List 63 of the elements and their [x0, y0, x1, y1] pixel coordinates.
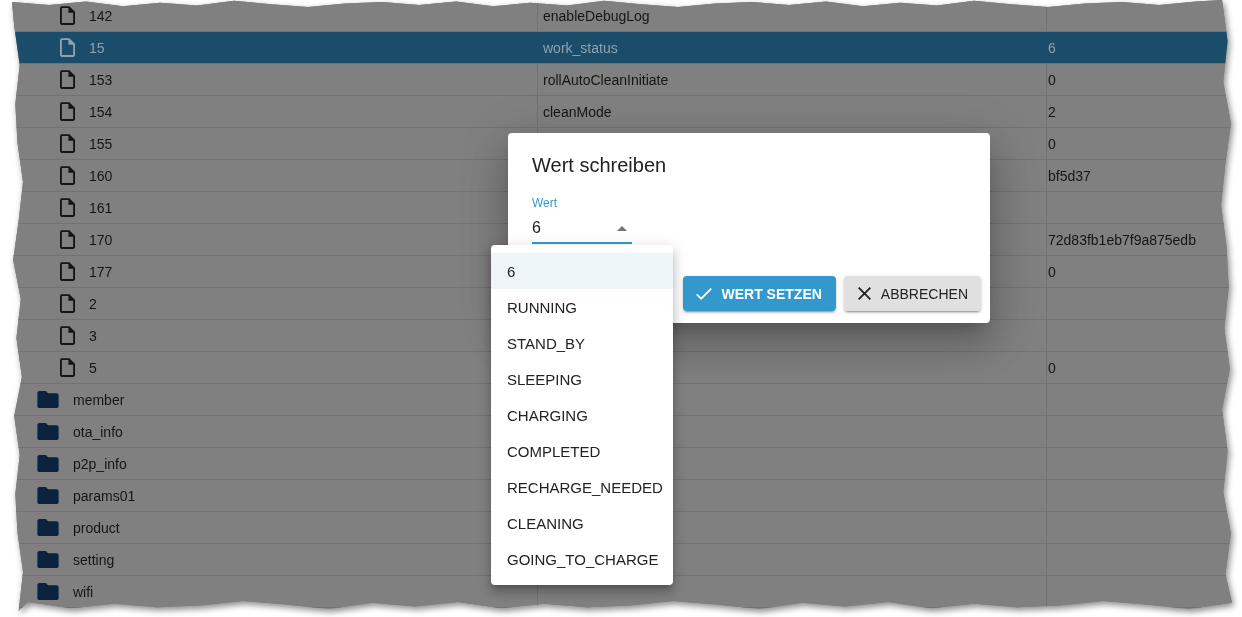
- tree-label: 153: [89, 70, 113, 89]
- table-cell: 0: [1048, 358, 1056, 377]
- dialog-title: Wert schreiben: [532, 153, 667, 178]
- table-cell: 2: [1048, 102, 1056, 121]
- file-icon: [60, 38, 75, 57]
- file-icon: [60, 358, 75, 377]
- table-cell: 0: [1048, 262, 1056, 281]
- tree-label: 5: [89, 358, 97, 377]
- tree-label: wifi: [73, 582, 94, 601]
- menu-option[interactable]: CLEANING: [491, 505, 673, 541]
- folder-icon: [37, 551, 59, 568]
- table-cell: rollAutoCleanInitiate: [543, 70, 669, 89]
- tree-label: params01: [73, 486, 136, 505]
- folder-icon: [37, 583, 59, 600]
- tree-label: member: [73, 390, 125, 409]
- file-icon: [60, 70, 75, 89]
- menu-option[interactable]: RECHARGE_NEEDED: [491, 469, 673, 505]
- tree-label: 15: [89, 38, 105, 57]
- tree-label: 160: [89, 166, 113, 185]
- file-icon: [60, 6, 75, 25]
- tree-label: 2: [89, 294, 97, 313]
- tree-label: 177: [89, 262, 113, 281]
- tree-label: 155: [89, 134, 113, 153]
- close-icon: [857, 287, 871, 300]
- folder-icon: [37, 519, 59, 536]
- tree-label: 3: [89, 326, 97, 345]
- tree-label: setting: [73, 550, 115, 569]
- table-cell: 6: [1048, 38, 1056, 57]
- tree-label: 161: [89, 198, 113, 217]
- folder-icon: [37, 391, 59, 408]
- tree-label: 170: [89, 230, 113, 249]
- folder-icon: [37, 455, 59, 472]
- file-icon: [60, 134, 75, 153]
- file-icon: [60, 294, 75, 313]
- file-icon: [60, 166, 75, 185]
- folder-icon: [37, 423, 59, 440]
- menu-option[interactable]: STAND_BY: [491, 325, 673, 361]
- file-icon: [60, 230, 75, 249]
- folder-icon: [37, 487, 59, 504]
- menu-option[interactable]: GOING_TO_CHARGE: [491, 541, 673, 577]
- table-cell: work_status: [543, 38, 618, 57]
- table-cell: 0: [1048, 70, 1056, 89]
- table-cell: 72d83fb1eb7f9a875edb: [1048, 230, 1196, 249]
- tree-label: ota_info: [73, 422, 123, 441]
- menu-option[interactable]: RUNNING: [491, 289, 673, 325]
- file-icon: [60, 102, 75, 121]
- menu-option[interactable]: CHARGING: [491, 397, 673, 433]
- file-icon: [60, 198, 75, 217]
- tree-label: p2p_info: [73, 454, 127, 473]
- field-label: Wert: [532, 196, 558, 210]
- menu-option[interactable]: 6: [491, 253, 673, 289]
- tree-label: 154: [89, 102, 113, 121]
- table-cell: bf5d37: [1048, 166, 1091, 185]
- tree-label: product: [73, 518, 120, 537]
- table-cell: enableDebugLog: [543, 6, 650, 25]
- file-icon: [60, 326, 75, 345]
- cancel-button[interactable]: ABBRECHEN: [843, 276, 981, 311]
- tree-label: 142: [89, 6, 113, 25]
- table-cell: cleanMode: [543, 102, 612, 121]
- menu-option[interactable]: COMPLETED: [491, 433, 673, 469]
- file-icon: [60, 262, 75, 281]
- table-cell: 0: [1048, 134, 1056, 153]
- menu-option[interactable]: SLEEPING: [491, 361, 673, 397]
